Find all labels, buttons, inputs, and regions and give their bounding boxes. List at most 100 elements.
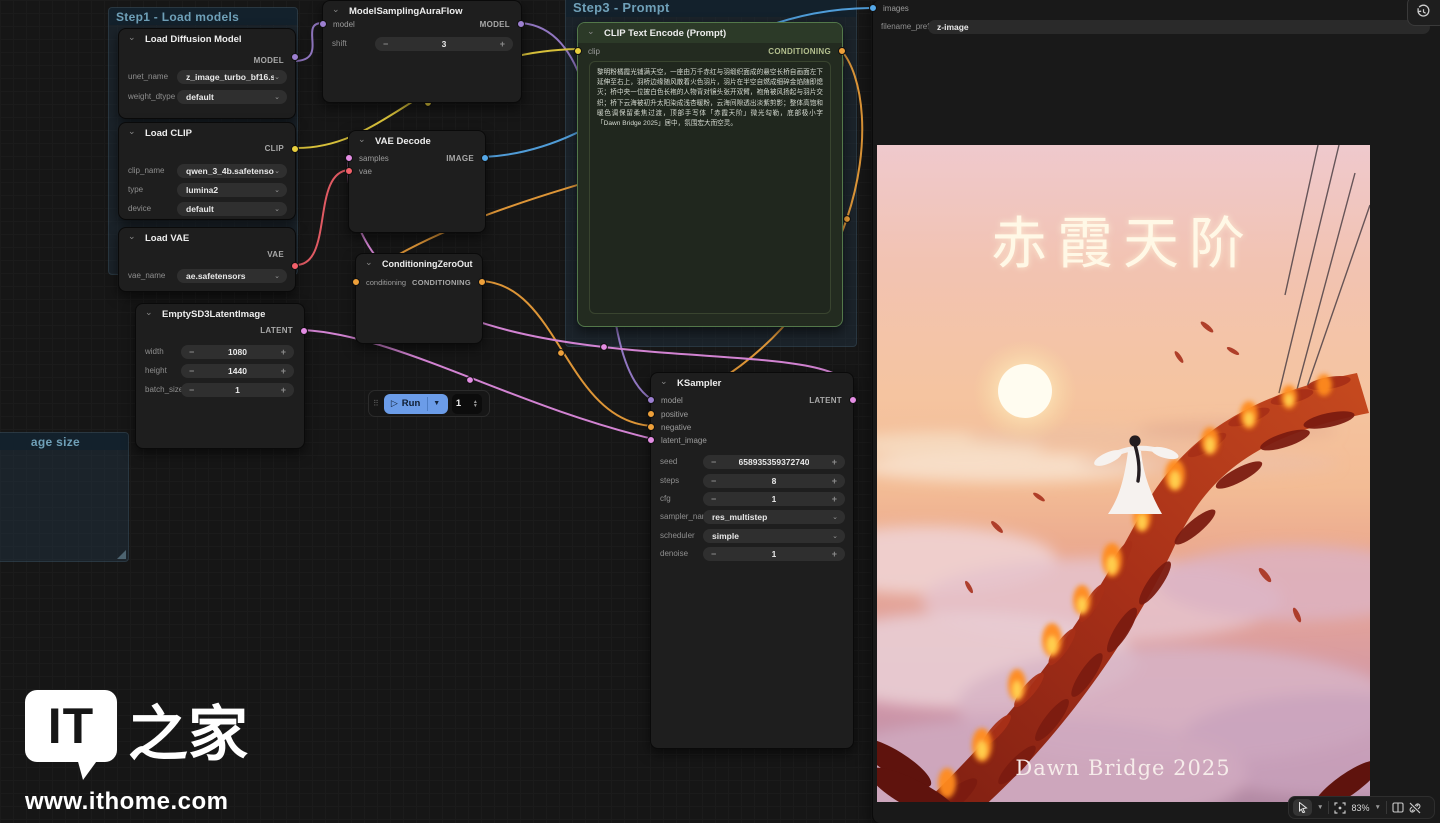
- collapse-icon[interactable]: ⌄: [587, 26, 595, 37]
- group-step3-header[interactable]: Step3 - Prompt: [566, 0, 856, 17]
- history-button[interactable]: [1407, 0, 1440, 26]
- increment-icon[interactable]: +: [281, 347, 286, 357]
- collapse-icon[interactable]: ⌄: [128, 32, 136, 43]
- node-load-diffusion-model[interactable]: ⌄ Load Diffusion Model MODEL unet_name z…: [118, 28, 296, 119]
- increment-icon[interactable]: +: [281, 385, 286, 395]
- node-model-sampling-auraflow[interactable]: ⌄ ModelSamplingAuraFlow model MODEL shif…: [322, 0, 522, 103]
- collapse-icon[interactable]: ⌄: [128, 231, 136, 242]
- increment-icon[interactable]: +: [281, 366, 286, 376]
- decrement-icon[interactable]: −: [711, 457, 716, 467]
- input-slot-latent-image[interactable]: [647, 436, 655, 444]
- scheduler-combo[interactable]: simple ⌄: [703, 529, 845, 543]
- input-slot-samples[interactable]: [345, 154, 353, 162]
- input-slot-model[interactable]: [319, 20, 327, 28]
- run-button[interactable]: ▷ Run ▼: [384, 394, 448, 414]
- input-slot-positive[interactable]: [647, 410, 655, 418]
- group-image-size-header[interactable]: age size: [0, 433, 128, 450]
- output-slot-clip[interactable]: [291, 145, 299, 153]
- fit-view-button[interactable]: [1334, 802, 1346, 814]
- collapse-icon[interactable]: ⌄: [660, 376, 668, 387]
- clip-type-combo[interactable]: lumina2 ⌄: [177, 183, 287, 197]
- batch-count-stepper[interactable]: 1 ▲▼: [452, 394, 482, 414]
- chevron-down-icon[interactable]: ▼: [1374, 804, 1380, 811]
- height-number-widget[interactable]: − 1440 +: [181, 364, 294, 378]
- chevron-down-icon[interactable]: ▼: [428, 400, 445, 407]
- chevron-down-icon: ⌄: [832, 513, 845, 521]
- output-slot-model[interactable]: [291, 53, 299, 61]
- clip-name-combo[interactable]: qwen_3_4b.safetensors ⌄: [177, 164, 287, 178]
- node-ksampler[interactable]: ⌄ KSampler model positive negative laten…: [650, 372, 854, 749]
- stepper-arrows[interactable]: ▲▼: [473, 400, 478, 408]
- collapse-icon[interactable]: ⌄: [145, 307, 153, 318]
- input-slot-images[interactable]: [869, 4, 877, 12]
- increment-icon[interactable]: +: [832, 476, 837, 486]
- output-label: MODEL: [254, 56, 284, 65]
- node-vae-decode[interactable]: ⌄ VAE Decode samples vae IMAGE: [348, 130, 486, 233]
- run-bar[interactable]: ⠿ ▷ Run ▼ 1 ▲▼: [368, 390, 490, 417]
- decrement-icon[interactable]: −: [383, 39, 388, 49]
- toggle-links-button[interactable]: [1409, 802, 1421, 814]
- node-save-image[interactable]: images filename_prefix z-image: [872, 0, 1440, 823]
- node-empty-sd3-latent-image[interactable]: ⌄ EmptySD3LatentImage LATENT width − 108…: [135, 303, 305, 449]
- output-slot-latent[interactable]: [300, 327, 308, 335]
- chevron-down-icon[interactable]: ▼: [1317, 804, 1323, 811]
- output-slot-conditioning[interactable]: [478, 278, 486, 286]
- output-slot-vae[interactable]: [291, 262, 299, 270]
- collapse-icon[interactable]: ⌄: [358, 134, 366, 145]
- decrement-icon[interactable]: −: [189, 347, 194, 357]
- node-conditioning-zero-out[interactable]: ⌄ ConditioningZeroOut conditioning CONDI…: [355, 253, 483, 344]
- pointer-tool-button[interactable]: [1293, 799, 1312, 816]
- group-resize-handle[interactable]: [117, 550, 126, 559]
- zoom-level[interactable]: 83%: [1351, 803, 1369, 813]
- collapse-icon[interactable]: ⌄: [332, 4, 340, 15]
- input-slot-negative[interactable]: [647, 423, 655, 431]
- filename-prefix-input[interactable]: z-image: [928, 20, 1430, 34]
- collapse-icon[interactable]: ⌄: [128, 126, 136, 137]
- decrement-icon[interactable]: −: [711, 549, 716, 559]
- group-image-size[interactable]: age size: [0, 432, 129, 562]
- output-slot-image[interactable]: [481, 154, 489, 162]
- output-slot-model[interactable]: [517, 20, 525, 28]
- prompt-textarea[interactable]: 黎明粉橘霞光铺满天空，一座由万千赤红与羽缎织面成的悬空长桥自画面左下延伸至右上，…: [589, 61, 831, 314]
- input-slot-vae[interactable]: [345, 167, 353, 175]
- group-step1-header[interactable]: Step1 - Load models: [109, 8, 297, 25]
- weight-dtype-combo[interactable]: default ⌄: [177, 90, 287, 104]
- cfg-number-widget[interactable]: − 1 +: [703, 492, 845, 506]
- node-load-clip[interactable]: ⌄ Load CLIP CLIP clip_name qwen_3_4b.saf…: [118, 122, 296, 220]
- decrement-icon[interactable]: −: [189, 366, 194, 376]
- output-label: CLIP: [265, 144, 284, 153]
- input-slot-model[interactable]: [647, 396, 655, 404]
- input-slot-conditioning[interactable]: [352, 278, 360, 286]
- number-value: 1: [235, 385, 240, 395]
- step-down-icon[interactable]: ▼: [473, 404, 478, 408]
- decrement-icon[interactable]: −: [711, 494, 716, 504]
- increment-icon[interactable]: +: [500, 39, 505, 49]
- denoise-number-widget[interactable]: − 1 +: [703, 547, 845, 561]
- increment-icon[interactable]: +: [832, 494, 837, 504]
- drag-handle-icon[interactable]: ⠿: [373, 401, 380, 407]
- clip-device-combo[interactable]: default ⌄: [177, 202, 287, 216]
- image-title-text: 赤霞天阶: [991, 212, 1255, 277]
- input-slot-clip[interactable]: [574, 47, 582, 55]
- output-slot-latent[interactable]: [849, 396, 857, 404]
- decrement-icon[interactable]: −: [189, 385, 194, 395]
- batch-size-number-widget[interactable]: − 1 +: [181, 383, 294, 397]
- increment-icon[interactable]: +: [832, 457, 837, 467]
- seed-number-widget[interactable]: − 658935359372740 +: [703, 455, 845, 469]
- steps-number-widget[interactable]: − 8 +: [703, 474, 845, 488]
- unet-name-combo[interactable]: z_image_turbo_bf16.sa... ⌄: [177, 70, 287, 84]
- sampler-name-combo[interactable]: res_multistep ⌄: [703, 510, 845, 524]
- canvas-toolbar[interactable]: ▼ 83% ▼: [1288, 796, 1435, 819]
- output-slot-conditioning[interactable]: [838, 47, 846, 55]
- shift-number-widget[interactable]: − 3 +: [375, 37, 513, 51]
- history-clock-icon: [1416, 4, 1431, 19]
- text-value: z-image: [928, 22, 1430, 32]
- node-clip-text-encode[interactable]: ⌄ CLIP Text Encode (Prompt) clip CONDITI…: [577, 22, 843, 327]
- decrement-icon[interactable]: −: [711, 476, 716, 486]
- minimap-toggle-button[interactable]: [1392, 802, 1404, 813]
- collapse-icon[interactable]: ⌄: [365, 257, 373, 268]
- vae-name-combo[interactable]: ae.safetensors ⌄: [177, 269, 287, 283]
- node-load-vae[interactable]: ⌄ Load VAE VAE vae_name ae.safetensors ⌄: [118, 227, 296, 292]
- increment-icon[interactable]: +: [832, 549, 837, 559]
- width-number-widget[interactable]: − 1080 +: [181, 345, 294, 359]
